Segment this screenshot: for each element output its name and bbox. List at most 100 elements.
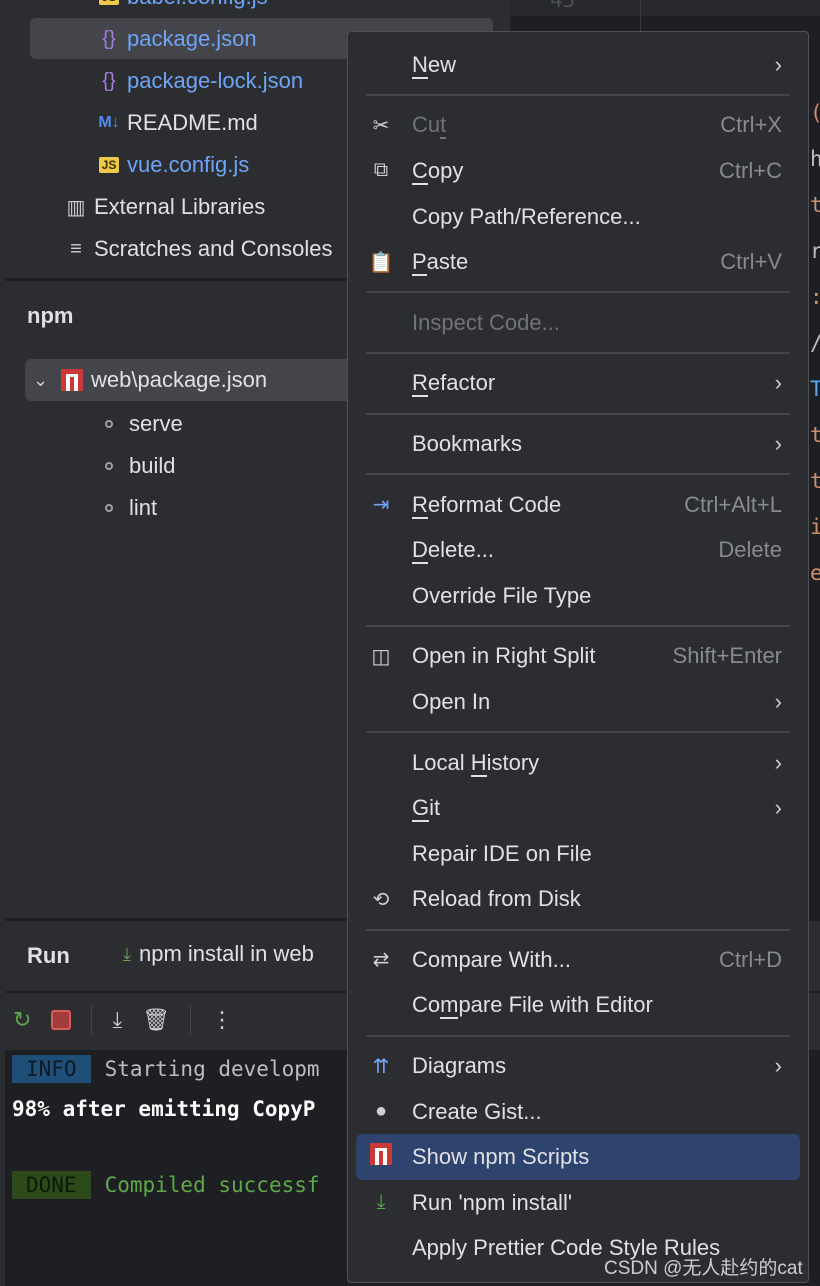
menu-item-shortcut: Ctrl+C — [719, 157, 782, 183]
menu-item-refactor[interactable]: Refactor › — [356, 361, 800, 407]
js-file-icon: JS — [95, 157, 123, 173]
console-line: 98% after emitting CopyP — [12, 1097, 316, 1121]
more-icon[interactable]: ⋮ — [211, 1007, 233, 1033]
menu-item-diagrams[interactable]: ⇈ Diagrams › — [356, 1043, 800, 1089]
paste-icon: 📋 — [368, 251, 394, 274]
script-bullet-icon — [105, 504, 113, 512]
tree-item-label: Scratches and Consoles — [94, 236, 333, 261]
npm-install-icon: ⤓ — [123, 943, 131, 964]
menu-item-label: Repair IDE on File — [412, 840, 592, 866]
menu-item-shortcut: Ctrl+Alt+L — [684, 491, 782, 517]
menu-item-label: Local History — [412, 749, 540, 777]
trash-icon[interactable]: 🗑 — [142, 1007, 170, 1033]
menu-item-compare-with[interactable]: ⇄ Compare With... Ctrl+D — [356, 937, 800, 983]
library-icon: ▥ — [66, 196, 86, 219]
menu-item-reload-from-disk[interactable]: ⟲ Reload from Disk — [356, 877, 800, 923]
menu-item-label: Compare File with Editor — [412, 992, 653, 1020]
menu-item-shortcut: Delete — [718, 537, 782, 563]
menu-item-label: Delete... — [412, 537, 494, 565]
tree-item[interactable]: {} package-lock.json — [95, 60, 303, 102]
menu-item-label: Copy Path/Reference... — [412, 203, 641, 229]
npm-title: npm — [27, 303, 74, 328]
tree-item-label: package.json — [127, 26, 257, 51]
mnemonic-underline — [412, 76, 428, 79]
console-line: Compiled successf — [104, 1173, 320, 1197]
chevron-right-icon: › — [774, 688, 782, 714]
chevron-down-icon[interactable]: ⌄ — [33, 370, 61, 391]
menu-item-label: Diagrams — [412, 1053, 507, 1079]
tree-item-label: vue.config.js — [127, 152, 250, 177]
scroll-to-end-icon[interactable]: ⤓ — [112, 1007, 122, 1033]
menu-item-open-in[interactable]: Open In › — [356, 679, 800, 725]
menu-item-new[interactable]: New › — [356, 42, 800, 88]
stop-icon[interactable] — [51, 1010, 72, 1030]
menu-item-git[interactable]: Git › — [356, 785, 800, 831]
menu-item-copy-path-reference[interactable]: Copy Path/Reference... — [356, 194, 800, 240]
diagrams-icon: ⇈ — [372, 1055, 390, 1078]
menu-item-label: Run 'npm install' — [412, 1189, 573, 1215]
script-bullet-icon — [105, 420, 113, 428]
mnemonic-underline — [412, 516, 428, 519]
menu-separator — [366, 928, 790, 931]
npm-install-icon: ⤓ — [376, 1191, 386, 1214]
menu-item-open-in-right-split[interactable]: ◫ Open in Right Split Shift+Enter — [356, 634, 800, 680]
mnemonic-underline — [412, 820, 430, 823]
menu-item-local-history[interactable]: Local History › — [356, 740, 800, 786]
copy-icon: ⧉ — [373, 159, 389, 182]
github-icon: ● — [374, 1100, 388, 1123]
run-tab[interactable]: ⤓ npm install in web — [123, 941, 314, 967]
compare-icon: ⇄ — [372, 949, 390, 972]
menu-item-reformat-code[interactable]: ⇥ Reformat Code Ctrl+Alt+L — [356, 482, 800, 528]
run-title: Run — [27, 943, 70, 968]
mnemonic-underline — [412, 395, 428, 398]
json-file-icon: {} — [102, 69, 116, 92]
menu-item-label: Show npm Scripts — [412, 1144, 590, 1170]
tree-item[interactable]: JS vue.config.js — [95, 144, 249, 186]
menu-item-run-npm-install[interactable]: ⤓ Run 'npm install' — [356, 1180, 800, 1226]
menu-item-inspect-code[interactable]: Inspect Code... — [356, 300, 800, 346]
menu-item-label: Reload from Disk — [412, 886, 581, 912]
menu-item-shortcut: Ctrl+D — [719, 946, 782, 972]
menu-item-shortcut: Ctrl+X — [720, 112, 782, 138]
menu-item-override-file-type[interactable]: Override File Type — [356, 573, 800, 619]
menu-item-label: Cut — [412, 112, 447, 140]
menu-item-label: Open in Right Split — [412, 643, 596, 669]
menu-item-paste[interactable]: 📋 Paste Ctrl+V — [356, 239, 800, 285]
npm-icon — [368, 1143, 394, 1171]
menu-item-create-gist[interactable]: ● Create Gist... — [356, 1089, 800, 1135]
npm-script-serve[interactable]: serve — [105, 403, 183, 445]
menu-item-delete[interactable]: Delete... Delete — [356, 527, 800, 573]
tree-item-label: External Libraries — [94, 194, 266, 219]
menu-item-label: Override File Type — [412, 582, 592, 608]
js-file-icon: JS — [95, 0, 123, 5]
chevron-right-icon: › — [774, 749, 782, 775]
menu-item-label: Create Gist... — [412, 1098, 542, 1124]
menu-item-copy[interactable]: ⧉ Copy Ctrl+C — [356, 148, 800, 194]
tree-item[interactable]: ▥ External Libraries — [62, 186, 266, 228]
menu-separator — [366, 291, 790, 294]
mnemonic-underline — [412, 182, 428, 185]
mnemonic-underline — [412, 562, 428, 565]
rerun-icon[interactable]: ↻ — [13, 1007, 31, 1033]
npm-script-build[interactable]: build — [105, 445, 175, 487]
npm-root[interactable]: ⌄ web\package.json — [33, 359, 267, 401]
menu-item-show-npm-scripts[interactable]: Show npm Scripts — [356, 1134, 800, 1181]
info-badge: INFO — [12, 1055, 91, 1083]
tree-item-label: babel.config.js — [127, 0, 268, 10]
tree-item[interactable]: M↓ README.md — [95, 102, 257, 144]
menu-item-shortcut: Shift+Enter — [672, 643, 782, 669]
tree-item[interactable]: JS babel.config.js — [95, 0, 268, 18]
menu-item-bookmarks[interactable]: Bookmarks › — [356, 421, 800, 467]
menu-item-compare-file-with-editor[interactable]: Compare File with Editor — [356, 983, 800, 1029]
menu-item-repair-ide-on-file[interactable]: Repair IDE on File — [356, 831, 800, 877]
menu-separator — [366, 731, 790, 734]
scratches-icon: ≡ — [70, 237, 82, 260]
reload-icon: ⟲ — [372, 888, 390, 911]
watermark: CSDN @无人赴约的cat — [604, 1258, 803, 1279]
tree-item[interactable]: {} package.json — [95, 18, 257, 60]
npm-icon — [61, 369, 83, 391]
menu-item-cut[interactable]: ✂ Cut Ctrl+X — [356, 103, 800, 149]
npm-script-lint[interactable]: lint — [105, 487, 157, 529]
tree-item[interactable]: ≡ Scratches and Consoles — [62, 228, 332, 270]
split-icon: ◫ — [371, 645, 391, 668]
